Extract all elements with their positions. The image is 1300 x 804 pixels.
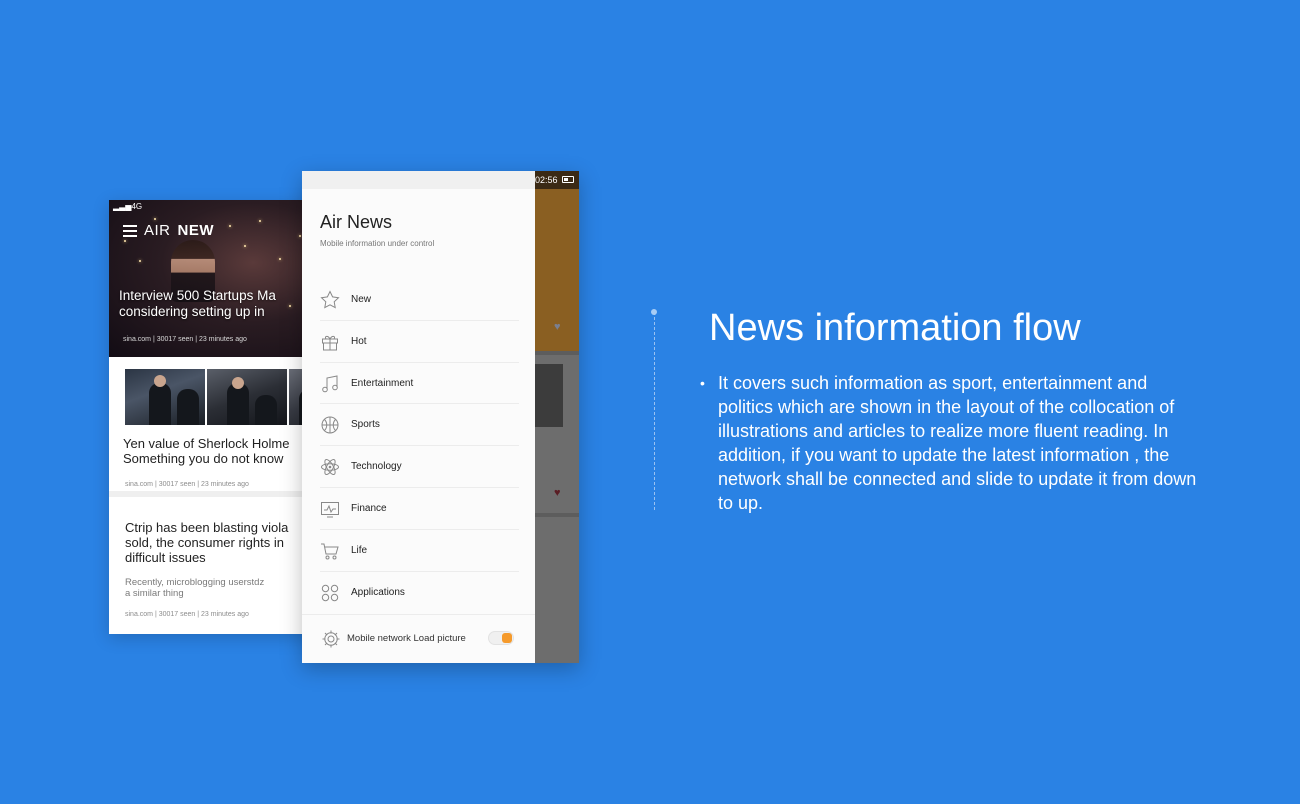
network-status: 4G [131, 202, 143, 211]
article-title: Yen value of Sherlock Holme Something yo… [123, 436, 289, 466]
battery-icon [562, 176, 574, 183]
dimmed-content[interactable]: 02:56 ♥ ♥ [535, 171, 579, 663]
menu-item-new[interactable]: New [302, 279, 535, 321]
brand-new: NEW [177, 222, 215, 239]
heart-icon: ♥ [554, 487, 561, 499]
apps-icon [321, 584, 339, 601]
article-title: Ctrip has been blasting viola sold, the … [125, 520, 288, 565]
ball-icon [321, 416, 339, 434]
article-summary: Recently, microblogging userstdz a simil… [125, 577, 264, 599]
chart-icon [321, 501, 339, 518]
menu-item-finance[interactable]: Finance [302, 488, 535, 530]
menu-item-label: Hot [351, 335, 367, 347]
status-bar: 02:56 [535, 171, 579, 189]
article-title-line: Ctrip has been blasting viola [125, 520, 289, 535]
drawer-app-title: Air News [320, 212, 393, 232]
menu-item-applications[interactable]: Applications [302, 572, 535, 614]
feature-description: • It covers such information as sport, e… [700, 371, 1205, 515]
drawer-menu: New Hot Entertainment Sports Technology [302, 279, 535, 613]
timeline-dot [651, 309, 657, 315]
article-meta: sina.com | 30017 seen | 23 minutes ago [125, 481, 249, 488]
signal-icon: ▂▃▅ [113, 202, 132, 211]
navigation-drawer: Air News Mobile information under contro… [302, 171, 535, 663]
toggle-knob [502, 633, 512, 643]
menu-item-label: Entertainment [351, 377, 414, 389]
setting-load-picture: Mobile network Load picture [302, 614, 535, 663]
atom-icon [321, 459, 339, 476]
menu-item-life[interactable]: Life [302, 530, 535, 572]
article-title-line: difficult issues [125, 550, 206, 565]
article-title-line: Yen value of Sherlock Holme [123, 436, 290, 451]
article-title-line: Something you do not know [123, 451, 284, 466]
gear-icon [322, 630, 340, 648]
hero-meta: sina.com | 30017 seen | 23 minutes ago [123, 336, 247, 343]
menu-item-entertainment[interactable]: Entertainment [302, 363, 535, 405]
thumbnail-image [125, 369, 205, 425]
star-icon [320, 290, 340, 309]
heart-icon: ♥ [554, 321, 561, 333]
feature-title: News information flow [709, 307, 1081, 349]
divider [535, 513, 579, 517]
status-bar: ▂▃▅4G [113, 202, 142, 211]
load-picture-toggle[interactable] [488, 631, 514, 645]
brand-air: AIR [144, 222, 171, 239]
menu-item-label: Life [351, 544, 368, 556]
drawer-status-bar [302, 171, 535, 189]
bullet: • [700, 375, 705, 391]
menu-item-label: Sports [351, 419, 380, 431]
feature-description-text: It covers such information as sport, ent… [718, 373, 1197, 513]
drawer-app-subtitle: Mobile information under control [320, 239, 435, 248]
article-title-line: sold, the consumer rights in [125, 535, 284, 550]
gift-icon [322, 335, 338, 351]
article-summary-line: a similar thing [125, 588, 184, 599]
article-meta: sina.com | 30017 seen | 23 minutes ago [125, 611, 249, 618]
thumbnail-image [207, 369, 287, 425]
app-brand: AIR NEW [123, 222, 214, 239]
drawer-screen: 02:56 ♥ ♥ Air News Mobile information un… [302, 171, 579, 663]
music-icon [322, 374, 338, 392]
timeline-line [654, 312, 655, 510]
article-summary-line: Recently, microblogging userstdz [125, 577, 265, 588]
menu-item-label: Finance [351, 502, 387, 514]
menu-item-label: New [351, 294, 372, 305]
divider [535, 351, 579, 355]
menu-item-technology[interactable]: Technology [302, 446, 535, 488]
hamburger-menu-icon[interactable] [123, 225, 137, 237]
menu-item-hot[interactable]: Hot [302, 321, 535, 363]
menu-item-label: Applications [351, 586, 405, 598]
cart-icon [321, 543, 339, 560]
setting-label: Mobile network Load picture [347, 633, 466, 644]
menu-item-sports[interactable]: Sports [302, 404, 535, 447]
menu-item-label: Technology [351, 461, 402, 473]
dimmed-thumbnail [535, 364, 563, 427]
clock: 02:56 [535, 175, 558, 185]
